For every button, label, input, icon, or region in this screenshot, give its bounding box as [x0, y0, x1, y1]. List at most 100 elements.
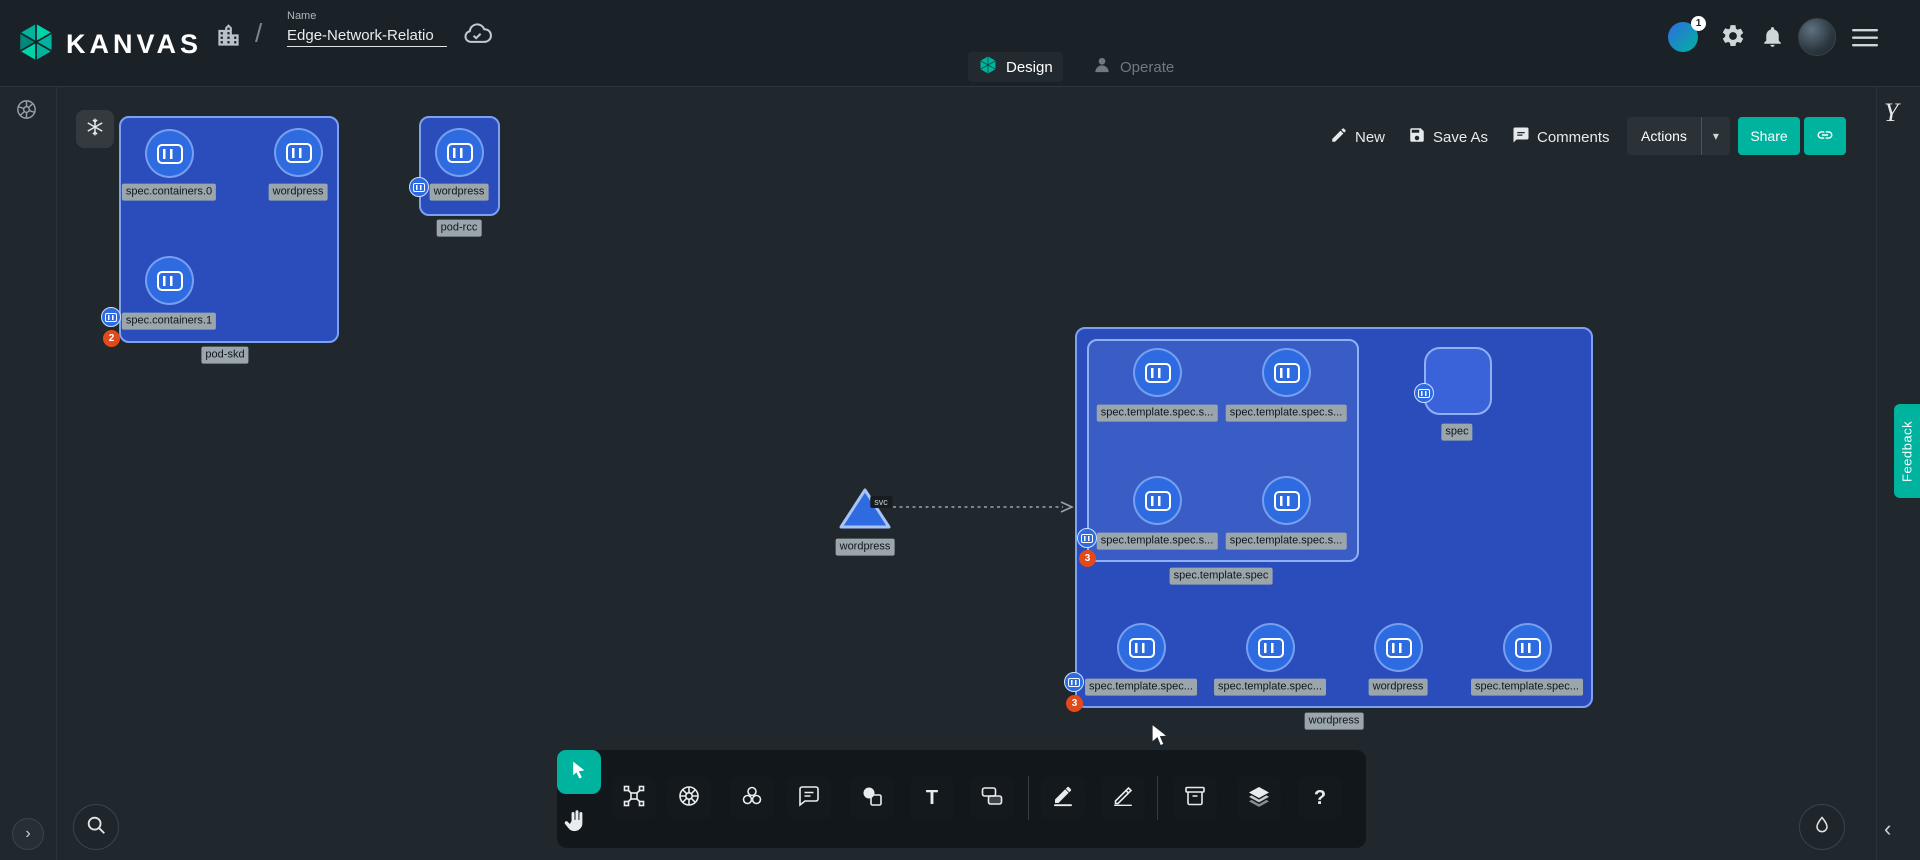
breadcrumb: / [255, 18, 262, 49]
pen-tool[interactable] [1101, 776, 1145, 820]
container-mini-icon [1068, 678, 1080, 687]
container-node[interactable] [1262, 476, 1311, 525]
theme-ink-button[interactable] [1799, 804, 1845, 850]
service-edge-arrow [891, 499, 1079, 515]
layers-icon [1247, 784, 1271, 813]
tab-operate[interactable]: Operate [1082, 52, 1184, 82]
error-count-badge[interactable]: 3 [1066, 695, 1083, 712]
design-canvas[interactable]: spec.containers.0 wordpress spec.contain… [0, 86, 1920, 860]
node-label: spec.template.spec... [1214, 679, 1326, 696]
menu-button[interactable] [1852, 28, 1878, 48]
container-node[interactable] [145, 256, 194, 305]
container-node[interactable] [1374, 623, 1423, 672]
container-node[interactable] [1133, 476, 1182, 525]
widgets-icon [860, 784, 884, 813]
user-avatar[interactable] [1798, 18, 1836, 56]
rectangle-tool[interactable] [970, 776, 1014, 820]
org-switcher-button[interactable]: 1 [1666, 20, 1700, 54]
pan-tool[interactable] [562, 808, 589, 840]
arrange-snowflake-button[interactable] [76, 110, 114, 148]
node-label: spec.template.spec.s... [1097, 533, 1218, 550]
dock-divider [1157, 776, 1158, 820]
container-icon [1145, 363, 1171, 383]
expand-left-panel-button[interactable]: › [12, 818, 44, 850]
comment-bubble-icon [797, 784, 821, 813]
comment-tool[interactable] [787, 776, 831, 820]
container-node[interactable] [145, 129, 194, 178]
new-label: New [1355, 129, 1385, 146]
node-label: spec.template.spec... [1471, 679, 1583, 696]
comments-button[interactable]: Comments [1512, 126, 1610, 148]
container-icon [1258, 638, 1284, 658]
help-tool[interactable]: ? [1298, 776, 1342, 820]
container-icon [447, 143, 473, 163]
collapse-right-panel-button[interactable]: ‹ [1884, 816, 1891, 842]
flowchart-rect-icon [980, 784, 1004, 813]
notifications-button[interactable] [1760, 24, 1785, 49]
nodes-icon [622, 784, 646, 813]
layer5-logo-mark: Y [1884, 98, 1898, 128]
kubernetes-tool[interactable] [667, 776, 711, 820]
container-node[interactable] [1262, 348, 1311, 397]
container-mini-icon [413, 183, 425, 192]
container-node[interactable] [1133, 348, 1182, 397]
collapse-badge[interactable] [1414, 383, 1434, 403]
copy-link-button[interactable] [1804, 117, 1846, 155]
zoom-search-button[interactable] [73, 804, 119, 850]
group-spec-template-spec[interactable] [1087, 339, 1359, 562]
design-name-label: Name [287, 10, 447, 22]
new-button[interactable]: New [1330, 126, 1385, 148]
share-label: Share [1750, 128, 1787, 144]
select-tool[interactable] [557, 750, 601, 794]
organization-icon[interactable] [215, 22, 242, 49]
left-rail-divider [56, 86, 57, 860]
error-count-badge[interactable]: 2 [103, 330, 120, 347]
archive-icon [1183, 784, 1207, 813]
draw-tool[interactable] [1041, 776, 1085, 820]
widgets-tool[interactable] [850, 776, 894, 820]
comment-icon [1512, 126, 1530, 148]
drawer-tool[interactable] [1173, 776, 1217, 820]
design-name-input[interactable] [287, 25, 447, 47]
cluster-wheel-icon[interactable] [15, 98, 38, 126]
tab-design[interactable]: Design [968, 52, 1063, 82]
service-node[interactable] [838, 485, 892, 537]
container-icon [1274, 363, 1300, 383]
save-as-button[interactable]: Save As [1408, 126, 1488, 148]
group-label: wordpress [1305, 713, 1364, 730]
container-mini-icon [1081, 534, 1093, 543]
group-label: pod-rcc [437, 220, 482, 237]
chevron-right-icon: › [25, 825, 30, 843]
right-rail-divider [1876, 86, 1877, 860]
error-count-badge[interactable]: 3 [1079, 550, 1096, 567]
spec-node[interactable] [1424, 347, 1492, 415]
container-node[interactable] [1503, 623, 1552, 672]
components-tool[interactable] [612, 776, 656, 820]
text-tool-glyph: T [926, 787, 938, 810]
service-triangle-icon [838, 485, 892, 532]
share-button[interactable]: Share [1738, 117, 1800, 155]
cloud-sync-icon[interactable] [462, 20, 492, 50]
actions-button[interactable]: Actions ▾ [1627, 117, 1730, 155]
container-node[interactable] [435, 128, 484, 177]
layers-tool[interactable] [1237, 776, 1281, 820]
container-icon [1145, 491, 1171, 511]
collapse-badge[interactable] [1064, 672, 1084, 692]
container-node[interactable] [1117, 623, 1166, 672]
collapse-badge[interactable] [1077, 528, 1097, 548]
collapse-badge[interactable] [409, 177, 429, 197]
settings-button[interactable] [1720, 23, 1746, 49]
container-node[interactable] [274, 128, 323, 177]
cursor-icon [569, 760, 589, 785]
collapse-badge[interactable] [101, 307, 121, 327]
edge-label: svc [870, 496, 892, 508]
container-node[interactable] [1246, 623, 1295, 672]
node-label: spec.containers.0 [122, 184, 216, 201]
chevron-left-icon: ‹ [1884, 816, 1891, 841]
shapes-tool[interactable] [730, 776, 774, 820]
feedback-tab[interactable]: Feedback [1894, 404, 1920, 498]
save-as-label: Save As [1433, 129, 1488, 146]
brand-logo[interactable]: KANVAS [16, 22, 202, 67]
text-tool[interactable]: T [910, 776, 954, 820]
chevron-down-icon[interactable]: ▾ [1702, 129, 1730, 143]
